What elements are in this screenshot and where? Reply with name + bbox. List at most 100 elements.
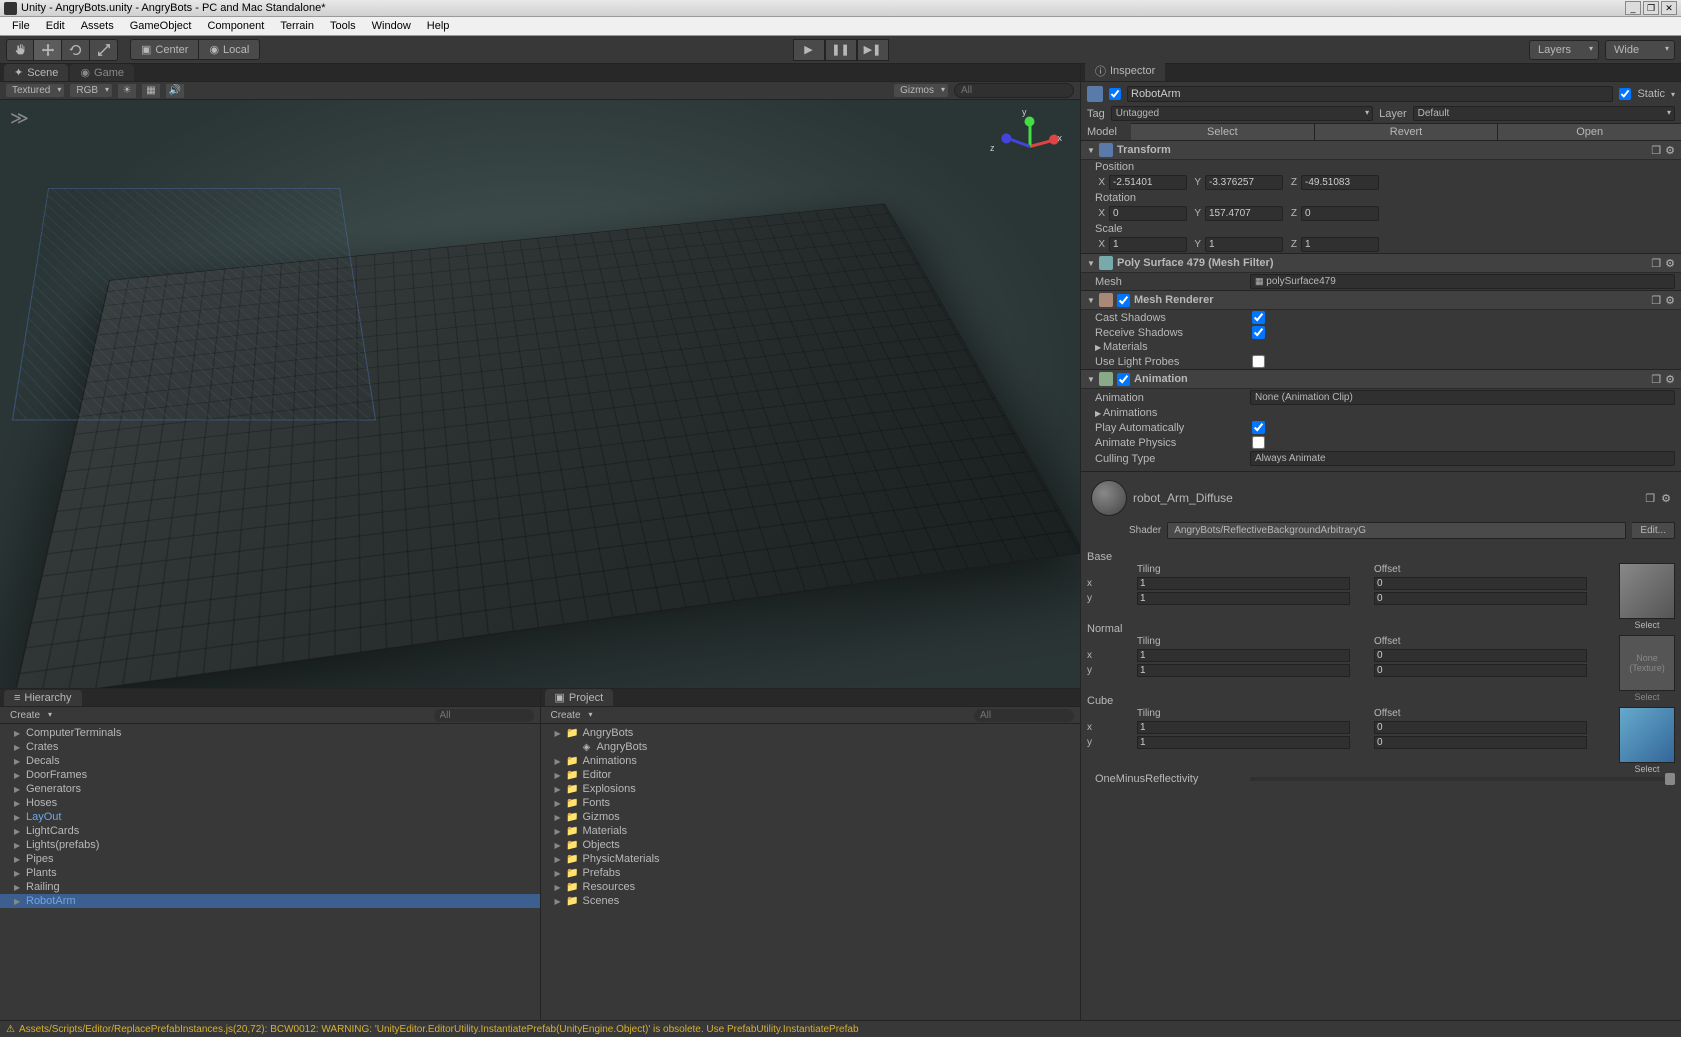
hierarchy-item[interactable]: ▶Decals — [0, 754, 540, 768]
scale-y-input[interactable] — [1205, 237, 1283, 252]
project-list[interactable]: ▶📁AngryBots◈AngryBots▶📁Animations▶📁Edito… — [541, 724, 1081, 1020]
expand-icon[interactable]: ▼ — [1087, 259, 1095, 268]
base-offset-x-input[interactable] — [1374, 577, 1587, 590]
model-revert-button[interactable]: Revert — [1315, 124, 1499, 140]
expand-icon[interactable]: ▶ — [555, 827, 563, 836]
hierarchy-item[interactable]: ▶RobotArm — [0, 894, 540, 908]
shading-mode-dropdown[interactable]: Textured — [6, 84, 64, 97]
gameobject-active-checkbox[interactable] — [1109, 88, 1121, 100]
hierarchy-item[interactable]: ▶Plants — [0, 866, 540, 880]
model-open-button[interactable]: Open — [1498, 124, 1681, 140]
hierarchy-item[interactable]: ▶Hoses — [0, 796, 540, 810]
rotation-y-input[interactable] — [1205, 206, 1283, 221]
cast-shadows-checkbox[interactable] — [1252, 311, 1265, 324]
tab-project[interactable]: ▣ Project — [545, 689, 614, 706]
hierarchy-item[interactable]: ▶LayOut — [0, 810, 540, 824]
expand-icon[interactable]: ▶ — [555, 729, 563, 738]
menu-component[interactable]: Component — [199, 18, 272, 34]
restore-button[interactable]: ❐ — [1643, 1, 1659, 15]
base-tiling-y-input[interactable] — [1137, 592, 1350, 605]
hierarchy-create-dropdown[interactable]: Create — [6, 709, 54, 722]
project-item[interactable]: ▶📁Prefabs — [541, 866, 1081, 880]
tab-scene[interactable]: ✦ Scene — [4, 64, 68, 81]
help-icon[interactable]: ❐ — [1645, 492, 1655, 505]
expand-icon[interactable]: ▼ — [1087, 146, 1095, 155]
shader-dropdown[interactable]: AngryBots/ReflectiveBackgroundArbitraryG — [1167, 522, 1626, 539]
menu-window[interactable]: Window — [364, 18, 419, 34]
scene-light-toggle[interactable]: ☀ — [118, 84, 136, 98]
anim-physics-checkbox[interactable] — [1252, 436, 1265, 449]
cube-offset-y-input[interactable] — [1374, 736, 1587, 749]
project-create-dropdown[interactable]: Create — [547, 709, 595, 722]
hierarchy-item[interactable]: ▶Lights(prefabs) — [0, 838, 540, 852]
project-search-input[interactable] — [974, 709, 1074, 722]
expand-icon[interactable]: ▶ — [555, 813, 563, 822]
position-z-input[interactable] — [1301, 175, 1379, 190]
project-item[interactable]: ▶📁Resources — [541, 880, 1081, 894]
play-button[interactable]: ▶ — [793, 39, 825, 61]
hierarchy-item[interactable]: ▶ComputerTerminals — [0, 726, 540, 740]
expand-icon[interactable]: ▼ — [1087, 375, 1095, 384]
animations-label[interactable]: Animations — [1103, 407, 1258, 419]
gear-icon[interactable]: ⚙ — [1661, 492, 1671, 505]
expand-icon[interactable]: ▶ — [14, 799, 22, 808]
tab-inspector[interactable]: ⓘ Inspector — [1085, 61, 1165, 81]
animation-header[interactable]: ▼ Animation ❐ ⚙ — [1081, 369, 1681, 389]
gameobject-name-input[interactable] — [1127, 86, 1613, 102]
expand-icon[interactable]: ▶ — [14, 855, 22, 864]
light-probes-checkbox[interactable] — [1252, 355, 1265, 368]
hierarchy-item[interactable]: ▶Generators — [0, 782, 540, 796]
menu-gameobject[interactable]: GameObject — [122, 18, 200, 34]
help-icon[interactable]: ❐ — [1651, 373, 1661, 386]
gear-icon[interactable]: ⚙ — [1665, 144, 1675, 157]
meshrenderer-header[interactable]: ▼ Mesh Renderer ❐ ⚙ — [1081, 290, 1681, 310]
menu-help[interactable]: Help — [419, 18, 458, 34]
scale-tool-button[interactable] — [90, 39, 118, 61]
base-offset-y-input[interactable] — [1374, 592, 1587, 605]
hierarchy-item[interactable]: ▶Pipes — [0, 852, 540, 866]
statusbar[interactable]: ⚠ Assets/Scripts/Editor/ReplacePrefabIns… — [0, 1020, 1681, 1037]
expand-icon[interactable]: ▶ — [555, 841, 563, 850]
project-item[interactable]: ◈AngryBots — [541, 740, 1081, 754]
expand-icon[interactable]: ▶ — [555, 799, 563, 808]
scene-search-input[interactable] — [954, 83, 1074, 98]
gizmos-dropdown[interactable]: Gizmos — [894, 84, 948, 97]
menu-terrain[interactable]: Terrain — [272, 18, 322, 34]
render-mode-dropdown[interactable]: RGB — [70, 84, 112, 97]
hierarchy-search-input[interactable] — [434, 709, 534, 722]
hierarchy-list[interactable]: ▶ComputerTerminals▶Crates▶Decals▶DoorFra… — [0, 724, 540, 1020]
gear-icon[interactable]: ⚙ — [1665, 257, 1675, 270]
close-button[interactable]: ✕ — [1661, 1, 1677, 15]
project-item[interactable]: ▶📁Objects — [541, 838, 1081, 852]
pivot-local-button[interactable]: ◉ Local — [199, 39, 260, 60]
culling-type-dropdown[interactable]: Always Animate — [1250, 451, 1675, 466]
project-item[interactable]: ▶📁Animations — [541, 754, 1081, 768]
gear-icon[interactable]: ⚙ — [1665, 294, 1675, 307]
project-item[interactable]: ▶📁AngryBots — [541, 726, 1081, 740]
shader-edit-button[interactable]: Edit... — [1632, 522, 1675, 539]
scene-viewport[interactable]: ≫ x y z — [0, 100, 1080, 688]
help-icon[interactable]: ❐ — [1651, 257, 1661, 270]
minimize-button[interactable]: _ — [1625, 1, 1641, 15]
menu-file[interactable]: File — [4, 18, 38, 34]
static-dropdown-icon[interactable]: ▾ — [1671, 90, 1675, 99]
animation-clip-field[interactable]: None (Animation Clip) — [1250, 390, 1675, 405]
scale-x-input[interactable] — [1109, 237, 1187, 252]
gear-icon[interactable]: ⚙ — [1665, 373, 1675, 386]
expand-icon[interactable]: ▶ — [14, 827, 22, 836]
expand-icon[interactable]: ▶ — [555, 883, 563, 892]
layout-dropdown[interactable]: Wide — [1605, 40, 1675, 60]
expand-icon[interactable]: ▶ — [14, 869, 22, 878]
rotate-tool-button[interactable] — [62, 39, 90, 61]
expand-icon[interactable]: ▶ — [555, 771, 563, 780]
expand-icon[interactable]: ▶ — [14, 897, 22, 906]
position-y-input[interactable] — [1205, 175, 1283, 190]
cube-tiling-x-input[interactable] — [1137, 721, 1350, 734]
expand-icon[interactable]: ▶ — [14, 757, 22, 766]
rotation-z-input[interactable] — [1301, 206, 1379, 221]
expand-icon[interactable]: ▶ — [555, 785, 563, 794]
expand-icon[interactable]: ▶ — [14, 883, 22, 892]
mesh-field[interactable]: ▦ polySurface479 — [1250, 274, 1675, 289]
project-item[interactable]: ▶📁Fonts — [541, 796, 1081, 810]
expand-icon[interactable]: ▶ — [555, 757, 563, 766]
